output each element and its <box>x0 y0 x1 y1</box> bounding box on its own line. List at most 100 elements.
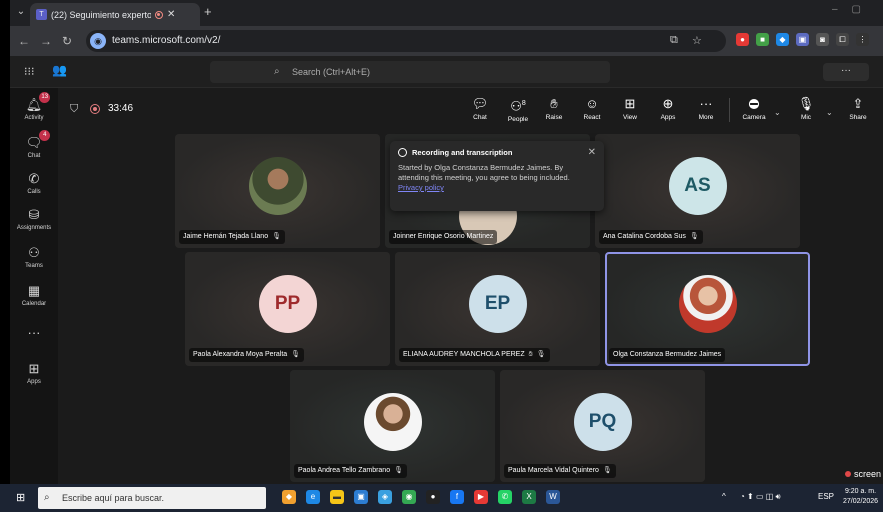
participant-tile[interactable]: EP ELIANA AUDREY MANCHOLA PEREZ ✋︎ 🎙︎ <box>395 252 600 366</box>
react-button[interactable]: ☺ React <box>574 96 610 121</box>
shield-icon[interactable]: ⛉ <box>70 103 78 116</box>
activity-badge: 13 <box>39 92 51 103</box>
rail-item-assignments[interactable]: ⛁ Assignments <box>10 206 58 231</box>
participant-name-tag: Paola Andrea Tello Zambrano 🎙︎ <box>294 464 407 478</box>
youtube-icon[interactable]: ▶ <box>474 490 488 504</box>
excel-icon[interactable]: X <box>522 490 536 504</box>
windows-taskbar: ⊞ ⌕ Escribe aquí para buscar. ◆ e ▬ ▣ ◈ … <box>0 484 883 512</box>
camera-options-chevron-icon[interactable]: ⌄ <box>774 108 781 117</box>
participant-tile[interactable]: Jaime Hernán Tejada Llano 🎙︎ <box>175 134 380 248</box>
people-icon: ⚇ <box>28 245 40 260</box>
taskbar-app-icon[interactable]: ◈ <box>378 490 392 504</box>
chat-button[interactable]: 💬︎ Chat <box>462 96 498 121</box>
controls-divider <box>729 98 730 122</box>
tray-chevron-icon[interactable]: ^ <box>722 492 726 501</box>
rail-item-calendar[interactable]: ▦ Calendar <box>10 282 58 307</box>
extension-translate-icon[interactable]: ▣ <box>796 33 809 46</box>
extension-green-icon[interactable]: ■ <box>756 33 769 46</box>
taskbar-search-input[interactable]: ⌕ Escribe aquí para buscar. <box>38 487 266 509</box>
rail-item-activity[interactable]: 🔔︎ 13 Activity <box>10 92 58 121</box>
rail-item-calls[interactable]: ✆ Calls <box>10 170 58 195</box>
windows-start-icon[interactable]: ⊞ <box>16 491 25 504</box>
popup-body: Started by Olga Constanza Bermudez Jaime… <box>398 163 596 193</box>
profile-icon[interactable]: ⋮ <box>856 33 869 46</box>
participant-name-tag: Olga Constanza Bermudez Jaimes <box>609 348 726 362</box>
new-tab-button[interactable]: + <box>204 4 212 19</box>
tab-search-chevron-icon[interactable]: ⌄ <box>14 6 28 17</box>
participant-avatar: PQ <box>573 392 632 451</box>
whatsapp-icon[interactable]: ✆ <box>498 490 512 504</box>
extension-adblock-icon[interactable]: ● <box>736 33 749 46</box>
more-actions-button[interactable]: ··· More <box>688 96 724 121</box>
forward-arrow-icon[interactable]: → <box>40 34 52 48</box>
rail-label-teams: Teams <box>25 263 43 269</box>
app-launcher-icon[interactable]: ⁝⁝⁝ <box>24 65 35 78</box>
extension-blue-icon[interactable]: ◆ <box>776 33 789 46</box>
participant-tile[interactable]: AS Ana Catalina Cordoba Sus 🎙︎ <box>595 134 800 248</box>
hand-raised-icon: ✋︎ <box>528 351 533 358</box>
recording-status-icon[interactable] <box>90 104 100 114</box>
mic-muted-icon: 🎙︎ <box>272 233 281 240</box>
word-icon[interactable]: W <box>546 490 560 504</box>
bookmark-star-icon[interactable]: ☆ <box>692 34 702 47</box>
participant-tile[interactable]: PQ Paula Marcela Vidal Quintero 🎙︎ <box>500 370 705 482</box>
window-controls[interactable]: –▢ <box>832 4 875 15</box>
close-icon[interactable]: ✕ <box>588 147 596 158</box>
apps-button[interactable]: ⊕ Apps <box>650 96 686 121</box>
view-button[interactable]: ⊞ View <box>612 96 648 121</box>
taskbar-clock[interactable]: 9:20 a. m. 27/02/2026 <box>843 487 878 507</box>
teams-search-input[interactable]: ⌕ Search (Ctrl+Alt+E) <box>210 61 610 83</box>
facebook-icon[interactable]: f <box>450 490 464 504</box>
teams-top-bar: ⁝⁝⁝ 👥 ⌕ Search (Ctrl+Alt+E) ··· <box>10 56 883 88</box>
rail-item-apps[interactable]: ⊞ Apps <box>10 360 58 385</box>
people-count: 8 <box>521 100 526 107</box>
browser-tab-teams[interactable]: T (22) Seguimiento expertos ✕ <box>30 3 200 26</box>
participant-tile-active-speaker[interactable]: Olga Constanza Bermudez Jaimes <box>605 252 810 366</box>
rail-more-apps[interactable]: ··· <box>10 324 58 342</box>
file-explorer-icon[interactable]: ▬ <box>330 490 344 504</box>
participant-name-tag: Jaime Hernán Tejada Llano 🎙︎ <box>179 230 285 244</box>
tray-icons[interactable]: ◔ ⬆ ▭ ◫ 🔊︎ <box>740 492 781 502</box>
reload-icon[interactable]: ↻ <box>62 34 72 48</box>
rail-item-chat[interactable]: 🗨︎ 4 Chat <box>10 130 58 159</box>
mic-options-chevron-icon[interactable]: ⌄ <box>826 108 833 117</box>
clock-time: 9:20 a. m. <box>844 488 877 495</box>
site-info-icon[interactable]: ◉ <box>90 33 106 49</box>
close-tab-icon[interactable]: ✕ <box>167 9 175 20</box>
mic-button[interactable]: 🎙︎ Mic <box>788 96 824 121</box>
language-indicator[interactable]: ESP <box>818 492 834 501</box>
smiley-icon: ☺ <box>585 96 599 111</box>
rail-item-teams[interactable]: ⚇ Teams <box>10 244 58 269</box>
chat-bubble-icon: 💬︎ <box>471 96 489 111</box>
extension-camera-icon[interactable]: ◙ <box>816 33 829 46</box>
meeting-controls-bar: ⛉ 33:46 💬︎ Chat ⚇8 People ✋︎ Raise ☺ Rea… <box>58 88 883 132</box>
camera-off-icon: ⛔︎ <box>748 96 760 111</box>
extensions-puzzle-icon[interactable]: ⧠ <box>836 33 849 46</box>
mic-label: Mic <box>800 114 812 121</box>
participant-tile[interactable]: PP Paola Alexandra Moya Peralta 🎙︎ <box>185 252 390 366</box>
github-icon[interactable]: ● <box>426 490 440 504</box>
share-button[interactable]: ⇪ Share <box>840 96 876 121</box>
install-app-icon[interactable]: ⧉ <box>670 34 678 47</box>
participant-name-tag: Ana Catalina Cordoba Sus 🎙︎ <box>599 230 703 244</box>
chrome-browser-icon[interactable]: ◉ <box>402 490 416 504</box>
participant-name-tag: ELIANA AUDREY MANCHOLA PEREZ ✋︎ 🎙︎ <box>399 348 550 362</box>
raise-hand-button[interactable]: ✋︎ Raise <box>536 96 572 121</box>
camera-label: Camera <box>742 114 766 121</box>
more-options-button[interactable]: ··· <box>823 63 869 81</box>
screen-edge <box>0 0 10 512</box>
browser-tab-title: (22) Seguimiento expertos <box>51 9 151 20</box>
store-icon[interactable]: ▣ <box>354 490 368 504</box>
participant-tile[interactable]: Paola Andrea Tello Zambrano 🎙︎ <box>290 370 495 482</box>
participant-photo <box>363 392 422 451</box>
people-button[interactable]: ⚇8 People <box>500 96 536 123</box>
edge-browser-icon[interactable]: e <box>306 490 320 504</box>
back-arrow-icon[interactable]: ← <box>18 34 30 48</box>
mic-off-icon: 🎙︎ <box>797 96 815 111</box>
taskbar-app-icon[interactable]: ◆ <box>282 490 296 504</box>
chat-icon: 🗨︎ 4 <box>26 130 51 151</box>
camera-button[interactable]: ⛔︎ Camera <box>736 96 772 121</box>
teams-favicon-icon: T <box>36 9 47 20</box>
privacy-policy-link[interactable]: Privacy policy <box>398 183 444 192</box>
address-bar[interactable]: ◉ teams.microsoft.com/v2/ ⧉ ☆ <box>86 30 726 52</box>
